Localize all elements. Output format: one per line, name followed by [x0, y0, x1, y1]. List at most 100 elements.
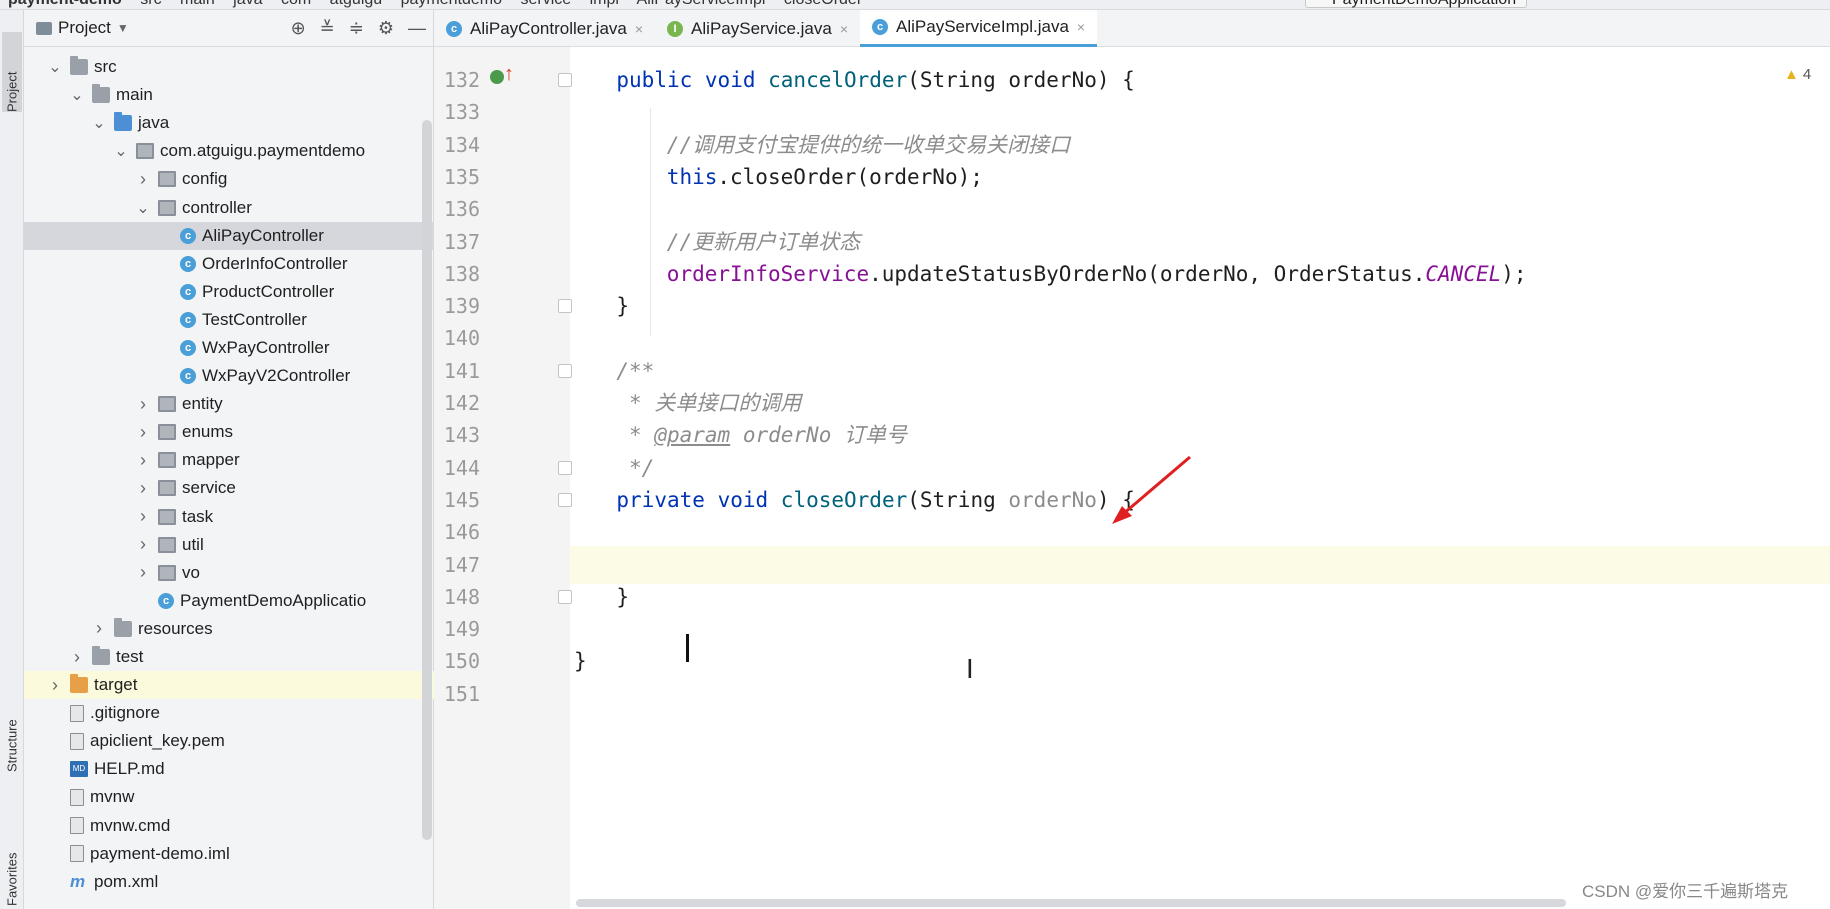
tree-item[interactable]: c WxPayController [24, 334, 434, 362]
tree-item[interactable]: ⌄ java [24, 109, 434, 137]
code-line[interactable] [570, 675, 1830, 713]
tool-tab-structure[interactable]: Structure [2, 692, 22, 772]
expand-all-icon[interactable]: ≚ [320, 18, 335, 39]
chevron-right-icon[interactable]: › [136, 169, 150, 190]
breadcrumb-item[interactable]: atguigu [330, 0, 383, 8]
chevron-right-icon[interactable]: › [70, 647, 84, 668]
collapse-all-icon[interactable]: ≑ [349, 18, 364, 39]
tool-tab-favorites[interactable]: Favorites [2, 810, 22, 906]
line-number[interactable]: 151 [434, 675, 480, 713]
chevron-right-icon[interactable]: › [92, 618, 106, 639]
run-configuration-select[interactable]: PaymentDemoApplication [1305, 0, 1528, 8]
editor-tab[interactable]: I AliPayService.java × [655, 10, 860, 47]
tree-item[interactable]: › config [24, 165, 434, 193]
override-arrow-icon[interactable]: ↑ [504, 64, 514, 84]
implementation-marker-icon[interactable] [490, 70, 504, 84]
breadcrumb-item[interactable]: com [281, 0, 311, 8]
tree-item[interactable]: payment-demo.iml [24, 840, 434, 868]
chevron-right-icon[interactable]: › [136, 478, 150, 499]
project-view-select[interactable]: Project ▼ [36, 18, 129, 38]
tree-item[interactable]: apiclient_key.pem [24, 727, 434, 755]
tree-item-label: resources [138, 618, 213, 638]
tree-item[interactable]: c ProductController [24, 278, 434, 306]
tree-item-label: mvnw.cmd [90, 815, 171, 835]
editor-tab[interactable]: c AliPayController.java × [434, 10, 655, 47]
code-token: .closeOrder(orderNo); [717, 164, 983, 189]
breadcrumb-item[interactable]: src [140, 0, 161, 8]
tree-item[interactable]: › test [24, 643, 434, 671]
tree-item[interactable]: › target [24, 671, 434, 700]
breadcrumb-item[interactable]: service [520, 0, 571, 8]
breadcrumb-item[interactable]: java [233, 0, 262, 8]
chevron-right-icon[interactable]: › [136, 506, 150, 527]
tree-item[interactable]: › enums [24, 418, 434, 446]
annotation-arrow [1112, 455, 1191, 524]
tree-item[interactable]: c AliPayController [24, 221, 434, 250]
chevron-down-icon[interactable]: ⌄ [48, 57, 62, 77]
code-token: /** [616, 358, 655, 383]
breadcrumb-item[interactable]: closeOrder [784, 0, 862, 8]
tree-item[interactable]: MD HELP.md [24, 755, 434, 783]
project-scrollbar[interactable] [422, 120, 432, 840]
editor-horizontal-scrollbar[interactable] [576, 899, 1566, 907]
tree-item[interactable]: c WxPayV2Controller [24, 362, 434, 390]
locate-icon[interactable]: ⊕ [291, 18, 306, 39]
code-token: @param [654, 423, 731, 448]
tree-item[interactable]: ⌄ com.atguigu.paymentdemo [24, 137, 434, 165]
tree-item[interactable]: m pom.xml [24, 868, 434, 896]
tree-item[interactable]: › service [24, 474, 434, 502]
tree-item[interactable]: mvnw [24, 783, 434, 811]
tree-item[interactable]: › util [24, 531, 434, 559]
tree-item[interactable]: ⌄ main [24, 81, 434, 109]
gear-icon[interactable]: ⚙ [378, 18, 394, 39]
hide-icon[interactable]: — [408, 18, 426, 39]
chevron-down-icon[interactable]: ⌄ [136, 198, 150, 218]
chevron-right-icon[interactable]: › [48, 675, 62, 696]
file-icon [70, 817, 84, 835]
tree-item[interactable]: › mapper [24, 446, 434, 474]
chevron-down-icon[interactable]: ⌄ [114, 141, 128, 161]
tree-item[interactable]: c PaymentDemoApplicatio [24, 587, 434, 615]
chevron-down-icon[interactable]: ⌄ [92, 113, 106, 133]
chevron-right-icon[interactable]: › [136, 394, 150, 415]
tree-item[interactable]: c OrderInfoController [24, 250, 434, 278]
folder-blue-icon [114, 112, 132, 132]
chevron-right-icon[interactable]: › [136, 534, 150, 555]
breadcrumb-item[interactable]: paymentdemo [401, 0, 502, 8]
close-tab-icon[interactable]: × [840, 21, 848, 37]
tree-item[interactable]: ⌄ controller [24, 193, 434, 221]
breadcrumb-item[interactable]: main [180, 0, 215, 8]
tree-item[interactable]: .gitignore [24, 699, 434, 727]
tree-item[interactable]: mvnw.cmd [24, 812, 434, 840]
folder-orange-icon [70, 674, 88, 694]
package-icon [158, 508, 176, 525]
tree-item[interactable]: ⌄ src [24, 53, 434, 81]
folder-icon [92, 84, 110, 104]
code-token: public [616, 68, 693, 92]
editor-tab[interactable]: c AliPayServiceImpl.java × [860, 10, 1098, 47]
chevron-down-icon[interactable]: ⌄ [70, 85, 84, 105]
breadcrumb-item[interactable]: payment-demo [8, 0, 122, 8]
close-tab-icon[interactable]: × [1077, 19, 1085, 35]
tree-item[interactable]: › resources [24, 615, 434, 643]
chevron-right-icon[interactable]: › [136, 422, 150, 443]
tool-tab-project[interactable]: Project [2, 32, 22, 112]
tree-item[interactable]: › vo [24, 559, 434, 587]
tree-item[interactable]: › task [24, 503, 434, 531]
package-icon [136, 143, 154, 160]
package-icon [158, 424, 176, 441]
folder-icon [70, 56, 88, 76]
chevron-right-icon[interactable]: › [136, 562, 150, 583]
tree-item-label: config [182, 169, 228, 189]
breadcrumb-item[interactable]: impl [590, 0, 619, 8]
chevron-right-icon[interactable]: › [136, 450, 150, 471]
class-icon: c [180, 311, 196, 328]
code-token: (String [907, 487, 1009, 512]
breadcrumb-item[interactable]: AliPayServiceImpl [637, 0, 766, 8]
close-tab-icon[interactable]: × [635, 21, 643, 37]
tree-item-label: pom.xml [94, 871, 159, 891]
code-token: */ [616, 455, 655, 480]
tree-item[interactable]: › entity [24, 390, 434, 418]
tree-item[interactable]: c TestController [24, 306, 434, 334]
tree-item-label: test [116, 647, 144, 667]
